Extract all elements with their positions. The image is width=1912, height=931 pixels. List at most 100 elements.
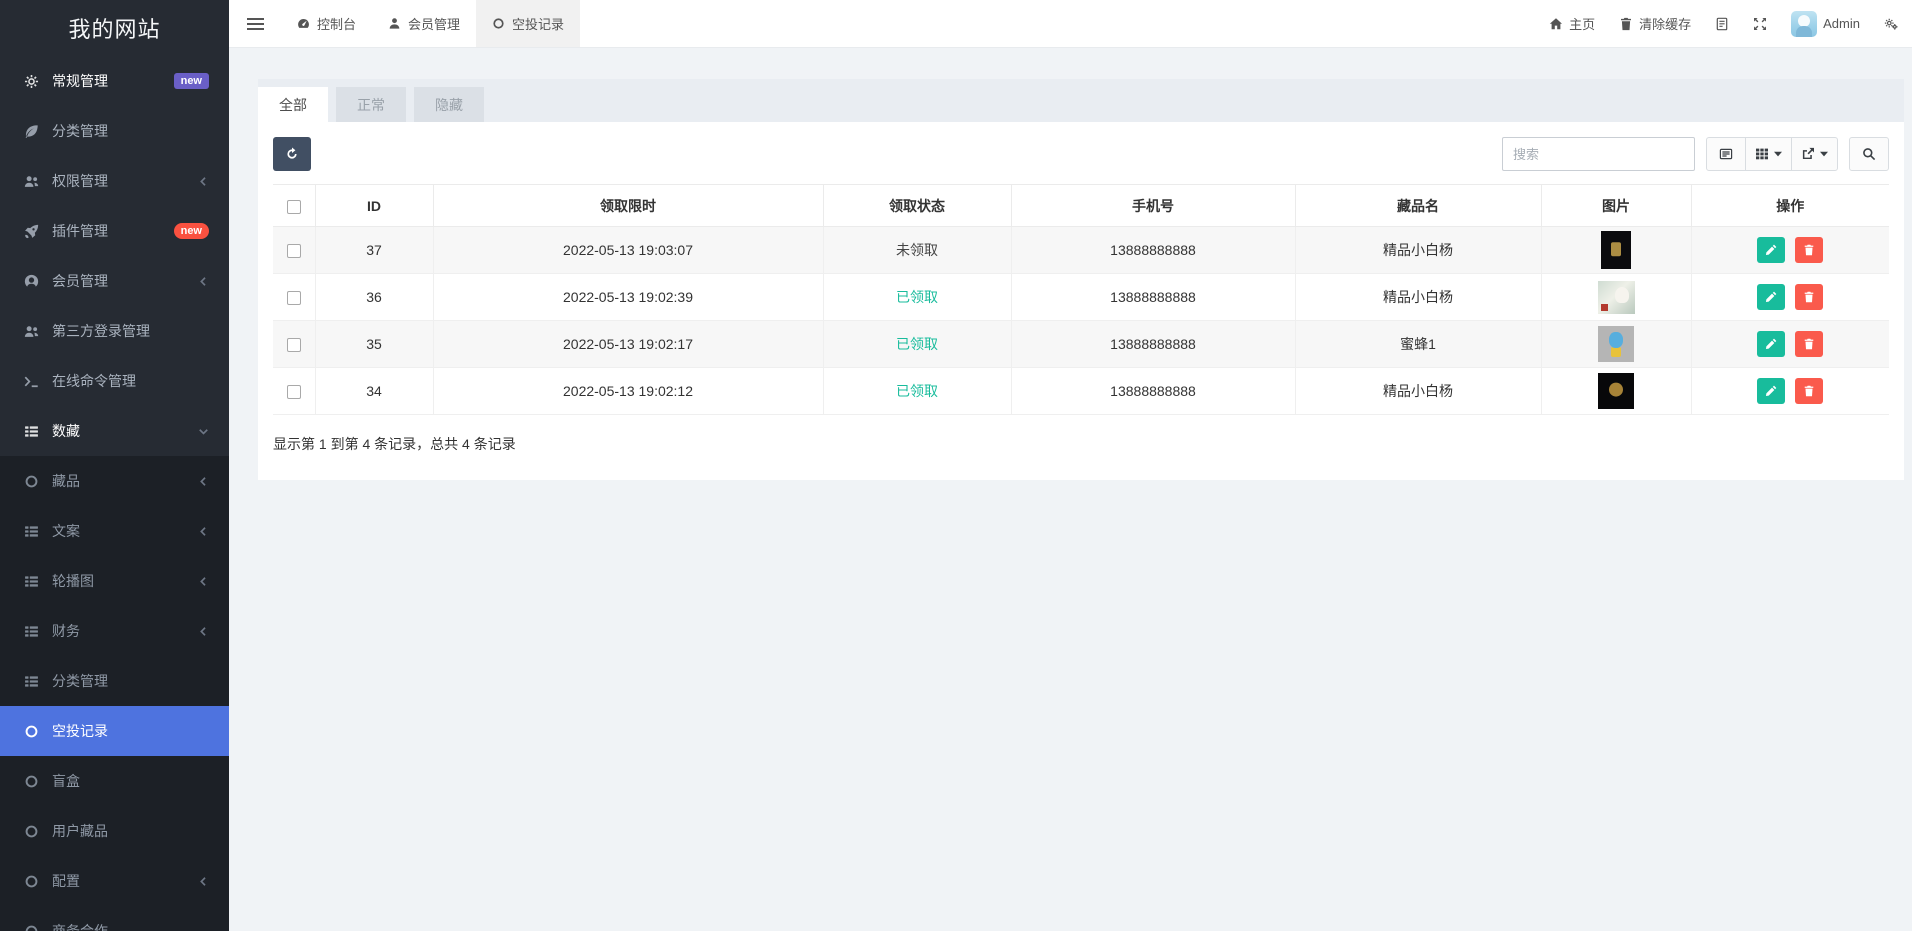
hamburger-icon	[247, 15, 264, 33]
submenu-item-business[interactable]: 商务合作	[0, 906, 229, 931]
navbar-actions: 主页 清除缓存 Admin	[1549, 0, 1912, 47]
user-menu[interactable]: Admin	[1791, 11, 1860, 37]
cell-deadline: 2022-05-13 19:02:12	[433, 368, 823, 415]
tab-airdrop[interactable]: 空投记录	[476, 0, 580, 47]
home-label: 主页	[1569, 14, 1595, 33]
edit-button[interactable]	[1757, 331, 1785, 357]
sidebar-item-plugin[interactable]: 插件管理 new	[0, 206, 229, 256]
status-badge: 已领取	[823, 321, 1011, 368]
filter-tab-all[interactable]: 全部	[258, 87, 328, 122]
row-checkbox[interactable]	[287, 385, 301, 399]
pagination-summary: 显示第 1 到第 4 条记录，总共 4 条记录	[273, 434, 1889, 454]
submenu-item-label: 商务合作	[52, 921, 108, 931]
sidebar-item-nft[interactable]: 数藏	[0, 406, 229, 456]
item-thumbnail[interactable]	[1598, 281, 1635, 314]
tab-member[interactable]: 会员管理	[372, 0, 476, 47]
dashboard-icon	[297, 17, 310, 30]
submenu-item-blindbox[interactable]: 盲盒	[0, 756, 229, 806]
sidebar-item-command[interactable]: 在线命令管理	[0, 356, 229, 406]
cell-id: 34	[315, 368, 433, 415]
sidebar-item-member[interactable]: 会员管理	[0, 256, 229, 306]
item-thumbnail[interactable]	[1601, 231, 1631, 269]
delete-button[interactable]	[1795, 378, 1823, 404]
column-header-operate: 操作	[1691, 185, 1889, 227]
settings-button[interactable]	[1884, 17, 1898, 31]
top-navbar: 控制台 会员管理 空投记录 主页 清除缓存 Admin	[229, 0, 1912, 48]
submenu-item-config[interactable]: 配置	[0, 856, 229, 906]
sidebar-item-thirdparty[interactable]: 第三方登录管理	[0, 306, 229, 356]
language-switch-button[interactable]	[1715, 17, 1729, 31]
item-thumbnail[interactable]	[1598, 373, 1634, 409]
status-badge: 已领取	[823, 274, 1011, 321]
sidebar-item-label: 会员管理	[52, 271, 108, 291]
cogs-icon	[1884, 17, 1898, 31]
row-checkbox[interactable]	[287, 291, 301, 305]
cell-name: 精品小白杨	[1295, 368, 1541, 415]
submenu-item-carousel[interactable]: 轮播图	[0, 556, 229, 606]
circle-icon	[492, 17, 505, 30]
sidebar-item-label: 数藏	[52, 421, 80, 441]
circle-icon	[24, 774, 39, 789]
submenu-item-airdrop[interactable]: 空投记录	[0, 706, 229, 756]
submenu-item-label: 财务	[52, 621, 80, 641]
column-header-id: ID	[315, 185, 433, 227]
submenu-item-collection[interactable]: 藏品	[0, 456, 229, 506]
site-title: 我的网站	[0, 0, 229, 56]
refresh-button[interactable]	[273, 137, 311, 171]
delete-button[interactable]	[1795, 237, 1823, 263]
filter-tab-normal[interactable]: 正常	[336, 87, 406, 122]
submenu-item-label: 盲盒	[52, 771, 80, 791]
submenu-item-finance[interactable]: 财务	[0, 606, 229, 656]
pencil-icon	[1765, 244, 1777, 256]
row-checkbox[interactable]	[287, 244, 301, 258]
filter-tab-hidden[interactable]: 隐藏	[414, 87, 484, 122]
table-header-row: ID 领取限时 领取状态 手机号 藏品名 图片 操作	[273, 185, 1889, 227]
delete-button[interactable]	[1795, 331, 1823, 357]
submenu-item-usercollection[interactable]: 用户藏品	[0, 806, 229, 856]
sidebar-item-category[interactable]: 分类管理	[0, 106, 229, 156]
edit-button[interactable]	[1757, 284, 1785, 310]
submenu-item-category[interactable]: 分类管理	[0, 656, 229, 706]
tab-label: 会员管理	[408, 14, 460, 33]
edit-button[interactable]	[1757, 237, 1785, 263]
column-header-image: 图片	[1541, 185, 1691, 227]
cell-name: 精品小白杨	[1295, 227, 1541, 274]
sidebar-toggle-button[interactable]	[229, 0, 281, 47]
chevron-left-icon	[198, 876, 209, 887]
cell-id: 35	[315, 321, 433, 368]
export-button[interactable]	[1791, 137, 1838, 171]
row-checkbox[interactable]	[287, 338, 301, 352]
sidebar-item-permission[interactable]: 权限管理	[0, 156, 229, 206]
tab-dashboard[interactable]: 控制台	[281, 0, 372, 47]
search-input[interactable]	[1502, 137, 1695, 171]
search-toggle-button[interactable]	[1849, 137, 1889, 171]
delete-button[interactable]	[1795, 284, 1823, 310]
filter-tab-label: 隐藏	[435, 95, 463, 115]
trash-icon	[1619, 17, 1633, 31]
users-icon	[24, 174, 39, 189]
submenu-item-copywriting[interactable]: 文案	[0, 506, 229, 556]
sidebar: 我的网站 常规管理 new 分类管理 权限管理 插件管理 new 会员管理 第三…	[0, 0, 229, 931]
fullscreen-button[interactable]	[1753, 17, 1767, 31]
chevron-left-icon	[198, 176, 209, 187]
chevron-left-icon	[198, 476, 209, 487]
sidebar-item-general[interactable]: 常规管理 new	[0, 56, 229, 106]
submenu-item-label: 分类管理	[52, 671, 108, 691]
home-link[interactable]: 主页	[1549, 14, 1595, 33]
columns-button[interactable]	[1745, 137, 1792, 171]
list-icon	[24, 624, 39, 639]
table-row: 35 2022-05-13 19:02:17 已领取 13888888888 蜜…	[273, 321, 1889, 368]
clear-cache-button[interactable]: 清除缓存	[1619, 14, 1691, 33]
list-icon	[24, 674, 39, 689]
edit-button[interactable]	[1757, 378, 1785, 404]
item-thumbnail[interactable]	[1598, 326, 1634, 362]
sidebar-item-label: 权限管理	[52, 171, 108, 191]
pencil-icon	[1765, 338, 1777, 350]
records-table: ID 领取限时 领取状态 手机号 藏品名 图片 操作 37	[273, 184, 1889, 415]
select-all-checkbox[interactable]	[287, 200, 301, 214]
users-icon	[24, 324, 39, 339]
refresh-icon	[285, 147, 299, 161]
home-icon	[1549, 17, 1563, 31]
circle-icon	[24, 824, 39, 839]
toggle-view-button[interactable]	[1706, 137, 1746, 171]
